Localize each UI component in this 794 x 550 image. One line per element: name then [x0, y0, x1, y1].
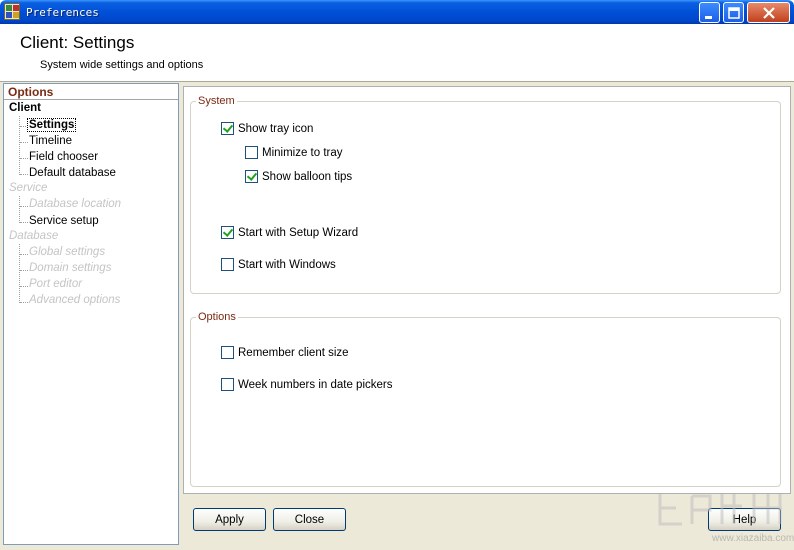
tree-item-service-setup[interactable]: Service setup: [29, 215, 99, 227]
start-with-windows-label: Start with Windows: [238, 258, 336, 271]
checkbox-box[interactable]: [221, 226, 234, 239]
watermark-text: www.xiazaiba.com: [712, 533, 794, 544]
show-tray-icon-checkbox[interactable]: Show tray icon: [221, 122, 313, 135]
checkbox-box[interactable]: [221, 378, 234, 391]
start-with-setup-wizard-label: Start with Setup Wizard: [238, 226, 359, 239]
week-numbers-label: Week numbers in date pickers: [238, 378, 393, 391]
system-groupbox: System Show tray icon Minimize to tray S…: [190, 95, 781, 294]
close-icon: [763, 7, 775, 19]
tree-item-default-database[interactable]: Default database: [29, 167, 116, 179]
tree-connector: [20, 174, 28, 175]
minimize-to-tray-label: Minimize to tray: [262, 146, 343, 159]
system-group-title: System: [196, 95, 237, 107]
checkbox-box[interactable]: [221, 346, 234, 359]
tree-header: Options: [4, 84, 178, 100]
checkbox-box[interactable]: [221, 258, 234, 271]
tree-item-field-chooser[interactable]: Field chooser: [29, 151, 98, 163]
minimize-button[interactable]: [699, 2, 720, 23]
watermark: www.xiazaiba.com: [652, 488, 794, 550]
tree-item-domain-settings: Domain settings: [29, 262, 112, 274]
minimize-icon: [705, 16, 712, 19]
title-bar[interactable]: Preferences: [0, 0, 794, 24]
remember-client-size-checkbox[interactable]: Remember client size: [221, 346, 349, 359]
tree-connector: [20, 286, 28, 287]
tree-connector: [20, 142, 28, 143]
options-groupbox: Options Remember client size Week number…: [190, 311, 781, 487]
window-title: Preferences: [26, 6, 99, 19]
page-subtitle: System wide settings and options: [40, 59, 204, 71]
tree-connector: [19, 196, 20, 223]
page-title: Client: Settings: [20, 33, 135, 52]
apply-button[interactable]: Apply: [193, 508, 266, 531]
tree-item-timeline[interactable]: Timeline: [29, 135, 72, 147]
tree-connector: [20, 158, 28, 159]
tree-item-global-settings: Global settings: [29, 246, 106, 258]
tree-connector: [19, 244, 20, 303]
start-with-windows-checkbox[interactable]: Start with Windows: [221, 258, 336, 271]
main-area: Options Client Settings Timeline Field c…: [0, 81, 794, 550]
checkbox-box[interactable]: [245, 170, 258, 183]
checkbox-box[interactable]: [221, 122, 234, 135]
watermark-logo-icon: [658, 494, 782, 526]
maximize-icon: [728, 7, 740, 19]
options-group-title: Options: [196, 311, 238, 323]
maximize-button[interactable]: [723, 2, 744, 23]
settings-panel: System Show tray icon Minimize to tray S…: [183, 86, 791, 494]
tree-connector: [20, 302, 28, 303]
page-header: Client: Settings System wide settings an…: [0, 24, 794, 80]
week-numbers-checkbox[interactable]: Week numbers in date pickers: [221, 378, 392, 391]
checkbox-box[interactable]: [245, 146, 258, 159]
tree-category-service: Service: [9, 182, 48, 194]
close-button[interactable]: Close: [273, 508, 346, 531]
show-tray-icon-label: Show tray icon: [238, 122, 314, 135]
show-balloon-tips-label: Show balloon tips: [262, 170, 353, 183]
tree-header-label: Options: [8, 85, 54, 99]
tree-connector: [20, 254, 28, 255]
tree-item-advanced-options: Advanced options: [29, 294, 121, 306]
tree-item-port-editor: Port editor: [29, 278, 83, 290]
tree-category-client[interactable]: Client: [9, 102, 41, 114]
options-tree[interactable]: Options Client Settings Timeline Field c…: [3, 83, 179, 545]
start-with-setup-wizard-checkbox[interactable]: Start with Setup Wizard: [221, 226, 358, 239]
tree-connector: [19, 116, 20, 175]
tree-connector: [20, 222, 28, 223]
tree-connector: [20, 206, 28, 207]
app-icon[interactable]: [4, 3, 20, 20]
remember-client-size-label: Remember client size: [238, 346, 349, 359]
tree-category-database: Database: [9, 230, 59, 242]
tree-item-settings[interactable]: Settings: [27, 118, 77, 132]
minimize-to-tray-checkbox[interactable]: Minimize to tray: [245, 146, 343, 159]
tree-connector: [20, 270, 28, 271]
tree-item-database-location: Database location: [29, 198, 122, 210]
close-window-button[interactable]: [747, 2, 790, 23]
show-balloon-tips-checkbox[interactable]: Show balloon tips: [245, 170, 352, 183]
